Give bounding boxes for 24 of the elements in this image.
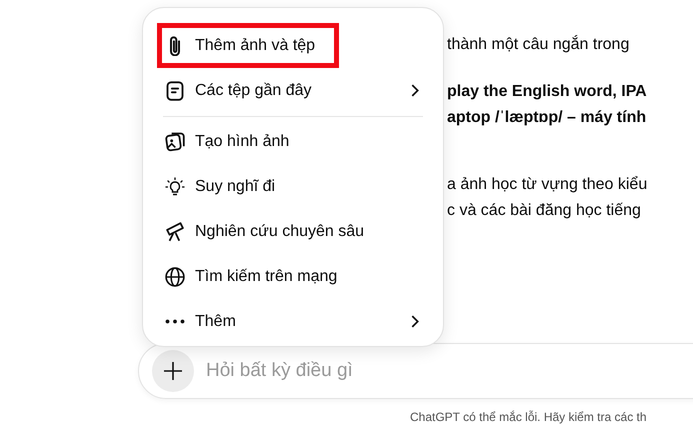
menu-item[interactable]: Thêm ảnh và tệp: [153, 23, 433, 68]
menu-item[interactable]: Các tệp gần đây: [153, 68, 433, 113]
document-icon: [165, 80, 185, 100]
menu-item[interactable]: Suy nghĩ đi: [153, 164, 433, 209]
menu-item[interactable]: Tạo hình ảnh: [153, 119, 433, 164]
chevron-right-icon: [411, 315, 419, 328]
message-text: play the English word, IPA: [447, 83, 647, 100]
disclaimer-text: ChatGPT có thể mắc lỗi. Hãy kiểm tra các th: [410, 410, 647, 424]
chevron-right-icon: [411, 84, 419, 97]
images-icon: [165, 132, 185, 152]
menu-item[interactable]: Nghiên cứu chuyên sâu: [153, 209, 433, 254]
message-text: aptop /ˈlæptɒp/ – máy tính: [447, 109, 646, 126]
lightbulb-icon: [165, 176, 185, 196]
telescope-icon: [165, 222, 185, 242]
message-text: thành một câu ngắn trong: [447, 36, 630, 53]
menu-item[interactable]: Thêm: [153, 299, 433, 344]
more-icon: [165, 319, 185, 324]
message-input[interactable]: Hỏi bất kỳ điều gì: [204, 359, 508, 383]
add-button[interactable]: [152, 350, 194, 392]
message-text: a ảnh học từ vựng theo kiểu: [447, 176, 648, 193]
globe-icon: [165, 266, 185, 286]
plus-icon: [163, 361, 183, 381]
message-text: c và các bài đăng học tiếng: [447, 202, 641, 219]
menu-item[interactable]: Tìm kiếm trên mạng: [153, 254, 433, 299]
